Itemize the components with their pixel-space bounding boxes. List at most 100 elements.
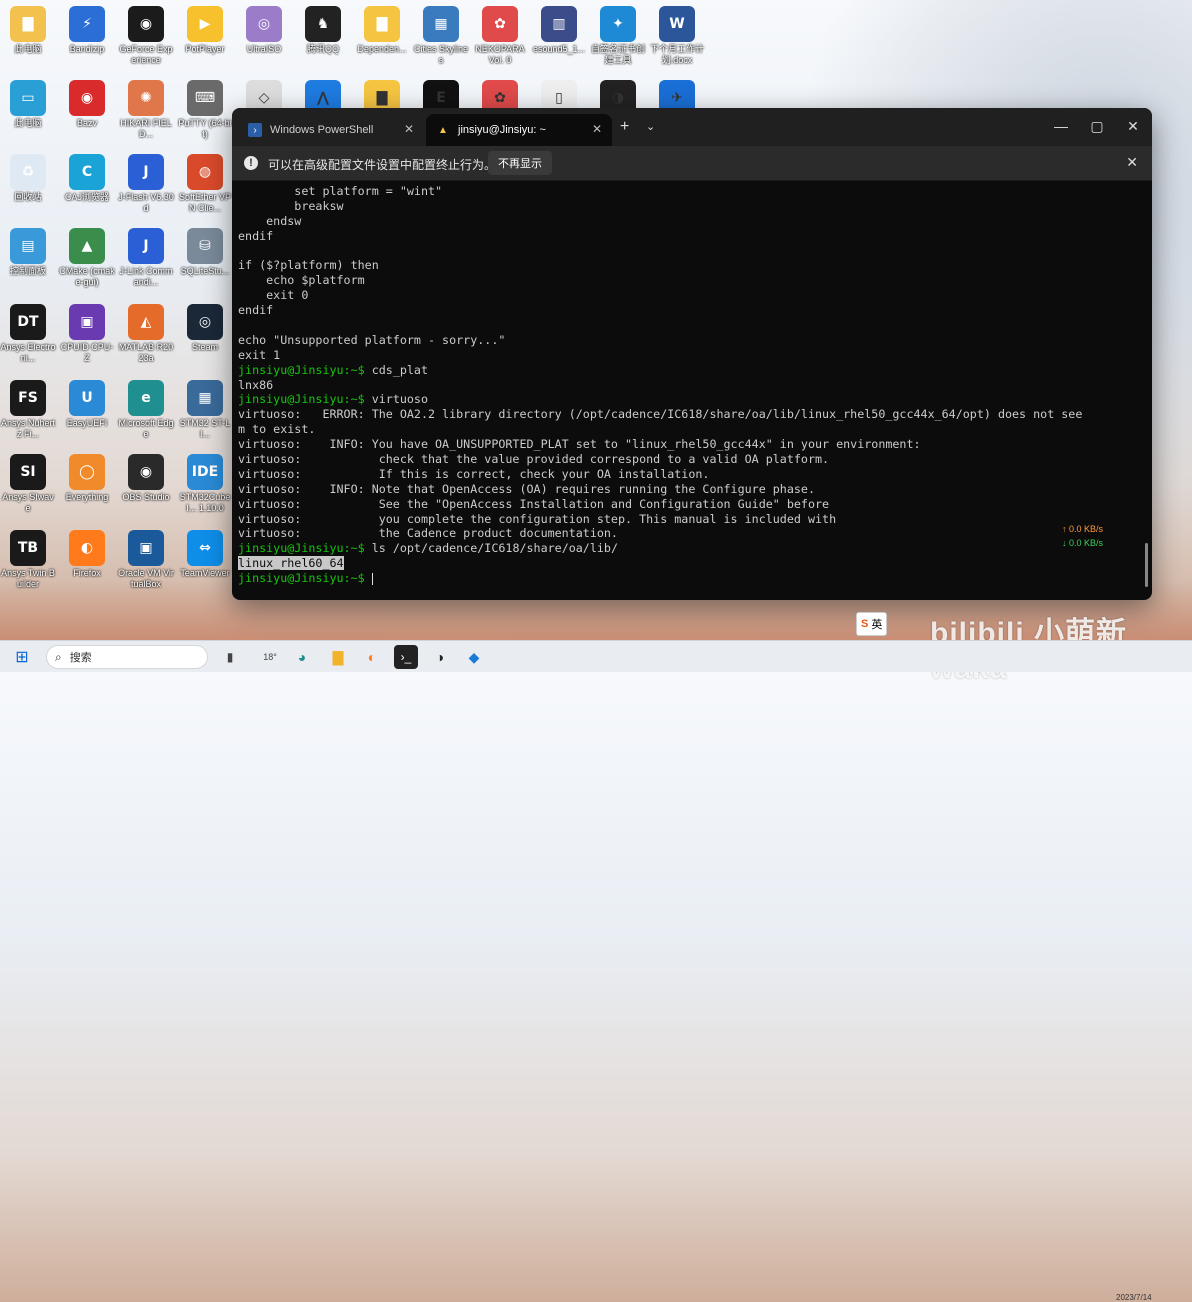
- nvidia-icon: ◉: [128, 6, 164, 42]
- desktop-icon[interactable]: ◉ GeForce Experience: [118, 6, 174, 66]
- line-text: virtuoso: INFO: Note that OpenAccess (OA…: [238, 481, 815, 496]
- search-box[interactable]: ⌕ 搜索: [46, 645, 208, 669]
- close-icon[interactable]: ✕: [592, 122, 602, 136]
- database-icon: ⛁: [187, 228, 223, 264]
- desktop-icon[interactable]: ▇ Dependen...: [354, 6, 410, 55]
- building-icon: ▥: [541, 6, 577, 42]
- desktop-icon[interactable]: ⇔ TeamViewer: [177, 530, 233, 579]
- desktop-icon[interactable]: ◐ Firefox: [59, 530, 115, 579]
- scrollbar[interactable]: [1145, 543, 1148, 587]
- desktop-icon[interactable]: ▶ PotPlayer: [177, 6, 233, 55]
- terminal-line: jinsiyu@Jinsiyu:~$ cds_plat: [238, 363, 1138, 378]
- maximize-icon[interactable]: ▢: [1080, 114, 1114, 138]
- search-icon: ⌕: [55, 649, 62, 664]
- desktop-icon-label: STM32CubeI... 1.10.0: [179, 492, 231, 513]
- line-text: ls /opt/cadence/IC618/share/oa/lib/: [364, 541, 618, 556]
- weather-icon[interactable]: 18°: [258, 645, 282, 669]
- terminal-titlebar[interactable]: › Windows PowerShell ✕ ▲ jinsiyu@Jinsiyu…: [232, 108, 1152, 146]
- desktop-icon[interactable]: J J-Flash V6.30d: [118, 154, 174, 214]
- desktop-icon[interactable]: FS Ansys Nuhertz Fi...: [0, 380, 56, 440]
- firefox-icon[interactable]: ◐: [360, 645, 384, 669]
- terminal-line: jinsiyu@Jinsiyu:~$ virtuoso: [238, 392, 1138, 407]
- edge-icon[interactable]: ◕: [290, 645, 314, 669]
- hikari-icon: ✺: [128, 80, 164, 116]
- chevron-down-icon[interactable]: ⌄: [646, 120, 655, 133]
- line-text: m to exist.: [238, 422, 316, 437]
- desktop-icon-label: Ansys Electroni...: [0, 342, 56, 363]
- desktop-icon[interactable]: ♞ 腾讯QQ: [295, 6, 351, 55]
- close-window-icon[interactable]: ✕: [1116, 114, 1150, 138]
- desktop-icon[interactable]: J J-Link Commandi...: [118, 228, 174, 288]
- files-icon[interactable]: ▮: [218, 645, 242, 669]
- line-text: virtuoso: See the "OpenAccess Installati…: [238, 496, 830, 511]
- desktop-icon[interactable]: ▥ esound5_1...: [531, 6, 587, 55]
- desktop-icon-label: UltraISO: [246, 44, 282, 54]
- desktop-icon[interactable]: C CAJ浏览器: [59, 154, 115, 203]
- desktop-icon[interactable]: DT Ansys Electroni...: [0, 304, 56, 364]
- network-speed-widget: ↑ 0.0 KB/s ↓ 0.0 KB/s: [1062, 522, 1103, 550]
- desktop-icon[interactable]: ♻ 回收站: [0, 154, 56, 203]
- close-icon[interactable]: ✕: [404, 122, 414, 136]
- ime-label: 英: [871, 619, 883, 631]
- ansys-tb-icon: TB: [10, 530, 46, 566]
- desktop-icon[interactable]: U EasyUEFI: [59, 380, 115, 429]
- desktop-icon[interactable]: ▇ 此电脑: [0, 6, 56, 55]
- desktop-icon-label: 此电脑: [14, 118, 42, 128]
- terminal-icon[interactable]: ›_: [394, 645, 418, 669]
- desktop-icon[interactable]: ⛁ SQLiteStu...: [177, 228, 233, 277]
- close-icon[interactable]: ✕: [1126, 154, 1138, 171]
- desktop-icon[interactable]: e Microsoft Edge: [118, 380, 174, 440]
- terminal-output[interactable]: set platform = "wint" breaksw endsw endif…: [238, 184, 1138, 594]
- dont-show-again-button[interactable]: 不再显示: [488, 151, 552, 175]
- shell-prompt: jinsiyu@Jinsiyu:~$: [238, 541, 365, 556]
- desktop-icon[interactable]: ▭ 此电脑: [0, 80, 56, 129]
- desktop-icon[interactable]: ⚡ Bandizip: [59, 6, 115, 55]
- terminal-window[interactable]: › Windows PowerShell ✕ ▲ jinsiyu@Jinsiyu…: [232, 108, 1152, 600]
- tab-powershell[interactable]: › Windows PowerShell ✕: [238, 114, 424, 146]
- ime-indicator[interactable]: S 英: [856, 612, 888, 636]
- desktop-icon[interactable]: ◯ Everything: [59, 454, 115, 503]
- line-text: exit 1: [238, 347, 281, 362]
- minimize-icon[interactable]: —: [1044, 114, 1078, 138]
- desktop-icon[interactable]: SI Ansys SIwave: [0, 454, 56, 514]
- line-text: [365, 571, 372, 585]
- davinci-icon[interactable]: ◑: [428, 645, 452, 669]
- line-text: set platform = "wint": [238, 184, 443, 198]
- desktop-icon[interactable]: W 下个月工作计划.docx: [649, 6, 705, 66]
- desktop-icon[interactable]: ▤ 控制面板: [0, 228, 56, 277]
- terminal-line: lnx86: [238, 378, 1138, 393]
- vscode-icon[interactable]: ◆: [462, 645, 486, 669]
- terminal-line: virtuoso: ERROR: The OA2.2 library direc…: [238, 407, 1138, 422]
- bandizip-icon: ⚡: [69, 6, 105, 42]
- terminal-line: exit 1: [238, 348, 1138, 363]
- recycle-bin-icon: ♻: [10, 154, 46, 190]
- desktop-icon-label: PotPlayer: [185, 44, 225, 54]
- desktop-icon[interactable]: ◉ Bazv: [59, 80, 115, 129]
- line-text: endif: [238, 228, 274, 243]
- desktop-icon[interactable]: IDE STM32CubeI... 1.10.0: [177, 454, 233, 514]
- desktop-icon[interactable]: ✦ 自签名证书创建工具: [590, 6, 646, 66]
- desktop-icon-label: Bandizip: [69, 44, 105, 54]
- desktop-icon-label: PuTTY (64-bit): [178, 118, 232, 139]
- desktop-icon-label: Steam: [191, 342, 218, 352]
- tab-linux[interactable]: ▲ jinsiyu@Jinsiyu: ~ ✕: [426, 114, 612, 146]
- desktop-icon[interactable]: ◍ SoftEther VPN Clie...: [177, 154, 233, 214]
- desktop-icon[interactable]: ◭ MATLAB R2023a: [118, 304, 174, 364]
- desktop-icon[interactable]: ▣ CPUID CPU-Z: [59, 304, 115, 364]
- explorer-icon[interactable]: ▇: [326, 645, 350, 669]
- desktop-icon[interactable]: ⌨ PuTTY (64-bit): [177, 80, 233, 140]
- desktop-icon[interactable]: ▲ CMake (cmake-gui): [59, 228, 115, 288]
- desktop-icon[interactable]: ◉ OBS Studio: [118, 454, 174, 503]
- desktop-icon[interactable]: ◎ UltraISO: [236, 6, 292, 55]
- start-icon[interactable]: ⊞: [10, 645, 34, 669]
- jlink-icon: J: [128, 228, 164, 264]
- desktop-icon[interactable]: ▦ Cities Skylines: [413, 6, 469, 66]
- new-tab-icon[interactable]: +: [620, 118, 629, 136]
- desktop-icon[interactable]: TB Ansys Twin Builder: [0, 530, 56, 590]
- desktop-icon[interactable]: ◎ Steam: [177, 304, 233, 353]
- desktop-icon[interactable]: ▦ STM32 ST-LI...: [177, 380, 233, 440]
- desktop-icon[interactable]: ✺ HIKARI FIELD...: [118, 80, 174, 140]
- desktop-icon[interactable]: ✿ NEKOPARA Vol. 0: [472, 6, 528, 66]
- desktop-icon[interactable]: ▣ Oracle VM VirtualBox: [118, 530, 174, 590]
- line-text: endsw: [238, 213, 302, 228]
